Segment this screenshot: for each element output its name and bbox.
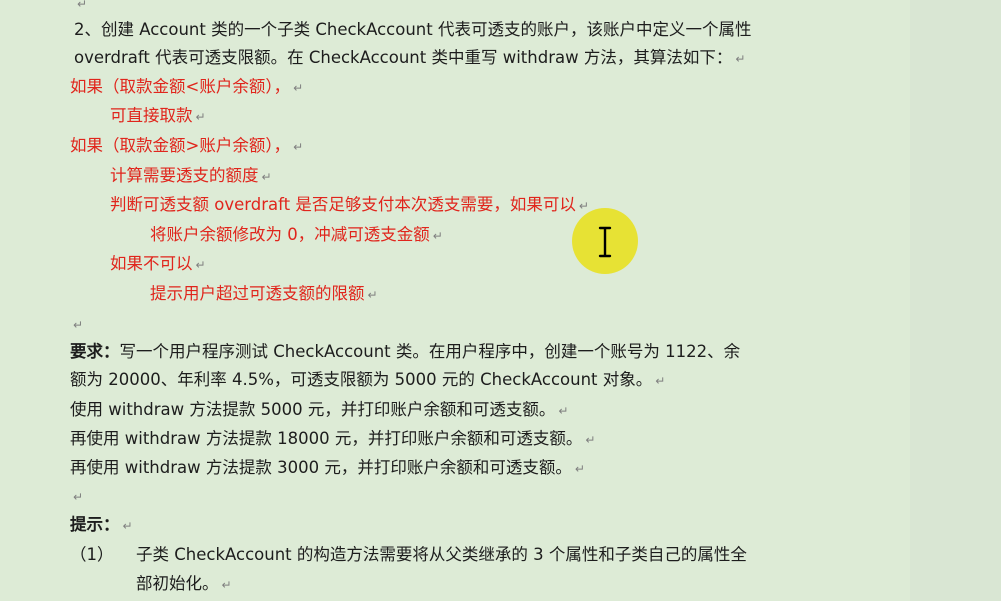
- task-text-2: overdraft 代表可透支限额。在 CheckAccount 类中重写 wi…: [74, 48, 733, 67]
- paragraph-mark: ↵: [558, 404, 569, 418]
- hint-item-1-line-2: 部初始化。 ↵: [136, 574, 232, 594]
- text-cursor-icon: [598, 226, 612, 258]
- paragraph-mark: ↵: [122, 519, 133, 533]
- task-line-1: 2、创建 Account 类的一个子类 CheckAccount 代表可透支的账…: [74, 20, 751, 40]
- algorithm-withdraw-directly: 可直接取款 ↵: [110, 106, 206, 126]
- empty-paragraph: ↵: [70, 486, 83, 506]
- task-text-1: 2、创建 Account 类的一个子类 CheckAccount 代表可透支的账…: [74, 20, 752, 39]
- requirement-line-1: 要求：写一个用户程序测试 CheckAccount 类。在用户程序中，创建一个账…: [70, 342, 740, 362]
- hint-item-1-number: （1）: [70, 545, 114, 565]
- paragraph-mark: ↵: [195, 258, 206, 272]
- hint-label: 提示：: [70, 515, 120, 534]
- paragraph-mark: ↵: [293, 81, 304, 95]
- hint-heading: 提示： ↵: [70, 515, 133, 535]
- requirement-step-2-text: 再使用 withdraw 方法提款 18000 元，并打印账户余额和可透支额。: [70, 429, 583, 448]
- empty-paragraph: ↵: [70, 314, 83, 334]
- requirement-label: 要求：: [70, 342, 120, 361]
- algorithm-if-not-text: 如果不可以: [110, 254, 193, 273]
- algorithm-if-greater: 如果（取款金额>账户余额）， ↵: [70, 136, 303, 156]
- algorithm-if-less: 如果（取款金额<账户余额）， ↵: [70, 77, 303, 97]
- requirement-line-2: 额为 20000、年利率 4.5%，可透支限额为 5000 元的 CheckAc…: [70, 370, 665, 390]
- paragraph-mark: ↵: [77, 0, 88, 11]
- hint-item-1-text-1: 子类 CheckAccount 的构造方法需要将从父类继承的 3 个属性和子类自…: [136, 545, 747, 564]
- paragraph-mark: ↵: [195, 110, 206, 124]
- algorithm-calc-overdraft: 计算需要透支的额度 ↵: [110, 166, 272, 186]
- paragraph-mark: ↵: [735, 52, 746, 66]
- document-page[interactable]: ↵ 2、创建 Account 类的一个子类 CheckAccount 代表可透支…: [0, 0, 910, 601]
- algorithm-prompt-user: 提示用户超过可透支额的限额 ↵: [150, 284, 378, 304]
- paragraph-mark: ↵: [261, 170, 272, 184]
- task-line-2: overdraft 代表可透支限额。在 CheckAccount 类中重写 wi…: [74, 48, 745, 68]
- paragraph-mark: ↵: [585, 433, 596, 447]
- algorithm-prompt-user-text: 提示用户超过可透支额的限额: [150, 284, 365, 303]
- requirement-text-1: 写一个用户程序测试 CheckAccount 类。在用户程序中，创建一个账号为 …: [119, 342, 741, 361]
- paragraph-mark: ↵: [73, 490, 84, 504]
- paragraph-mark: ↵: [221, 578, 232, 592]
- hint-item-1-number-text: （1）: [70, 545, 114, 564]
- requirement-step-3: 再使用 withdraw 方法提款 3000 元，并打印账户余额和可透支额。 ↵: [70, 458, 585, 478]
- empty-paragraph: ↵: [74, 0, 87, 13]
- hint-item-1-line-1: 子类 CheckAccount 的构造方法需要将从父类继承的 3 个属性和子类自…: [136, 545, 747, 565]
- requirement-step-3-text: 再使用 withdraw 方法提款 3000 元，并打印账户余额和可透支额。: [70, 458, 572, 477]
- paragraph-mark: ↵: [574, 462, 585, 476]
- paragraph-mark: ↵: [655, 374, 666, 388]
- paragraph-mark: ↵: [367, 288, 378, 302]
- paragraph-mark: ↵: [73, 318, 84, 332]
- algorithm-if-not: 如果不可以 ↵: [110, 254, 206, 274]
- paragraph-mark: ↵: [293, 140, 304, 154]
- hint-item-1-text-2: 部初始化。: [136, 574, 219, 593]
- paragraph-mark: ↵: [578, 199, 589, 213]
- requirement-step-2: 再使用 withdraw 方法提款 18000 元，并打印账户余额和可透支额。 ↵: [70, 429, 595, 449]
- algorithm-if-greater-text: 如果（取款金额>账户余额），: [70, 136, 291, 155]
- algorithm-withdraw-directly-text: 可直接取款: [110, 106, 193, 125]
- requirement-step-1-text: 使用 withdraw 方法提款 5000 元，并打印账户余额和可透支额。: [70, 400, 556, 419]
- requirement-step-1: 使用 withdraw 方法提款 5000 元，并打印账户余额和可透支额。 ↵: [70, 400, 568, 420]
- requirement-text-2: 额为 20000、年利率 4.5%，可透支限额为 5000 元的 CheckAc…: [70, 370, 653, 389]
- algorithm-judge: 判断可透支额 overdraft 是否足够支付本次透支需要，如果可以 ↵: [110, 195, 589, 215]
- algorithm-calc-overdraft-text: 计算需要透支的额度: [110, 166, 259, 185]
- algorithm-judge-text: 判断可透支额 overdraft 是否足够支付本次透支需要，如果可以: [110, 195, 576, 214]
- algorithm-set-balance-text: 将账户余额修改为 0，冲减可透支金额: [150, 225, 430, 244]
- algorithm-set-balance: 将账户余额修改为 0，冲减可透支金额 ↵: [150, 225, 443, 245]
- paragraph-mark: ↵: [432, 229, 443, 243]
- algorithm-if-less-text: 如果（取款金额<账户余额），: [70, 77, 291, 96]
